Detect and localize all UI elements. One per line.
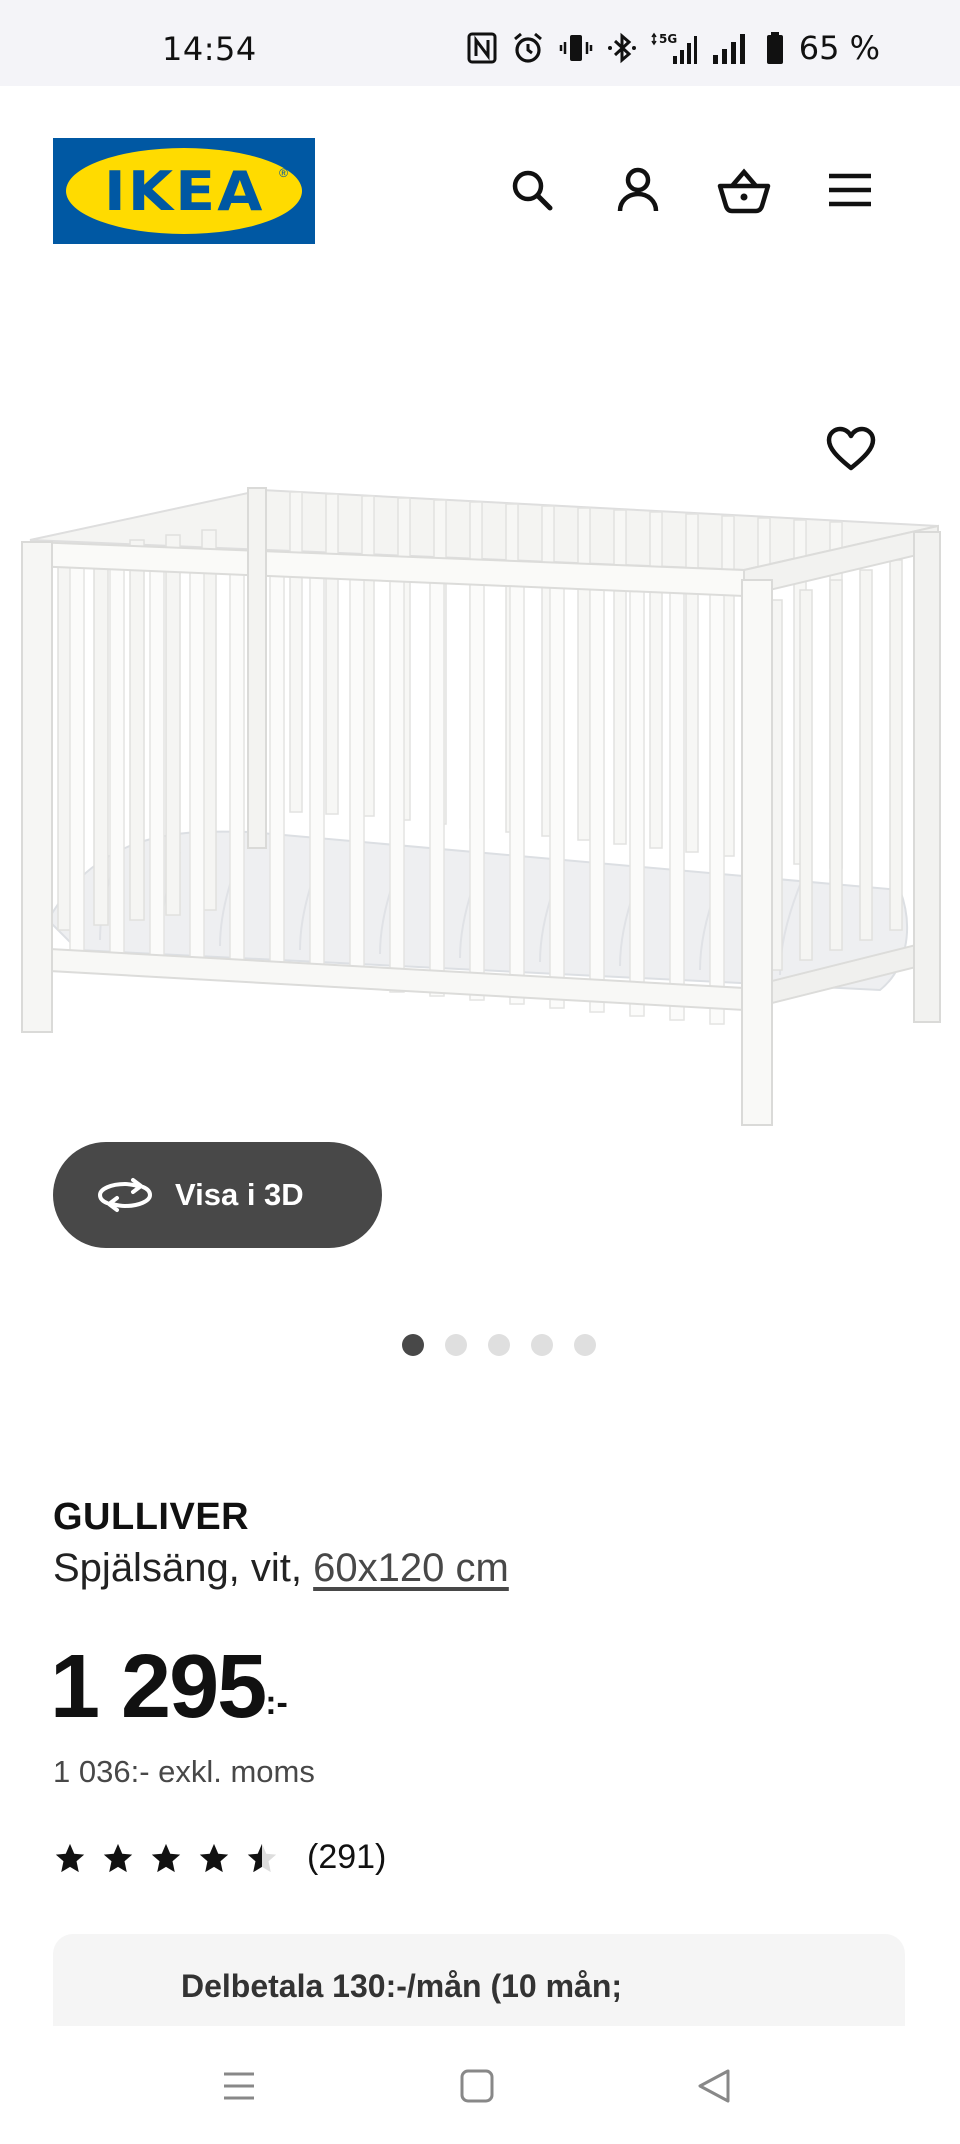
star-icon — [151, 1843, 181, 1872]
installment-text: Delbetala 130:-/mån (10 mån; — [181, 1968, 623, 2004]
carousel-dot-3[interactable] — [488, 1334, 510, 1356]
product-name: GULLIVER — [53, 1496, 250, 1538]
status-bar: 14:54 5G 65 % — [0, 0, 960, 86]
status-time: 14:54 — [162, 30, 257, 68]
product-size-link[interactable]: 60x120 cm — [313, 1546, 509, 1590]
battery-percent: 65 % — [798, 29, 880, 67]
menu-button[interactable] — [820, 162, 880, 222]
carousel-dot-1[interactable] — [402, 1334, 424, 1356]
star-icon — [103, 1843, 133, 1872]
home-button[interactable] — [449, 2060, 505, 2116]
back-icon — [694, 2066, 734, 2111]
rotate-3d-icon — [97, 1177, 153, 1213]
half-star-icon — [247, 1843, 277, 1872]
star-icon — [55, 1843, 85, 1872]
view-3d-button[interactable]: Visa i 3D — [53, 1142, 382, 1248]
review-count: (291) — [307, 1838, 387, 1876]
product-type: Spjälsäng, vit, — [53, 1546, 314, 1590]
carousel-dot-4[interactable] — [531, 1334, 553, 1356]
product-image[interactable] — [0, 470, 960, 1170]
alarm-icon — [511, 30, 545, 66]
bluetooth-icon — [607, 30, 637, 66]
account-icon — [614, 166, 662, 219]
ikea-logo[interactable]: IKEA ® — [53, 138, 315, 244]
price-suffix: :- — [265, 1684, 288, 1722]
svg-text:5G: 5G — [659, 32, 677, 46]
menu-icon — [826, 170, 874, 215]
recent-apps-button[interactable] — [211, 2060, 267, 2116]
search-icon — [508, 166, 556, 219]
home-icon — [457, 2066, 497, 2111]
signal-5g-icon: 5G — [651, 30, 697, 66]
rating-stars — [53, 1841, 279, 1875]
recents-icon — [219, 2066, 259, 2111]
logo-oval: IKEA ® — [66, 148, 302, 234]
carousel-dot-5[interactable] — [574, 1334, 596, 1356]
product-price: 1 295:- — [50, 1636, 288, 1739]
system-nav-bar — [0, 2026, 960, 2144]
battery-icon — [765, 30, 785, 66]
carousel-dot-2[interactable] — [445, 1334, 467, 1356]
logo-text: IKEA — [103, 159, 265, 223]
product-rating[interactable]: (291) — [53, 1838, 386, 1877]
carousel-dots — [0, 1334, 960, 1356]
star-icon — [199, 1843, 229, 1872]
site-header: IKEA ® — [0, 86, 960, 286]
price-ex-vat: 1 036:- exkl. moms — [53, 1754, 315, 1789]
view-3d-label: Visa i 3D — [175, 1177, 304, 1212]
vibrate-icon — [559, 30, 593, 66]
nfc-icon — [467, 30, 497, 66]
back-button[interactable] — [686, 2060, 742, 2116]
registered-mark: ® — [279, 166, 288, 180]
heart-icon — [826, 426, 876, 477]
search-button[interactable] — [502, 162, 562, 222]
product-description: Spjälsäng, vit, 60x120 cm — [53, 1546, 509, 1591]
status-icons: 5G 65 % — [467, 28, 880, 68]
cart-button[interactable] — [714, 162, 774, 222]
cart-icon — [716, 166, 772, 219]
signal-icon — [711, 30, 751, 66]
price-amount: 1 295 — [50, 1637, 267, 1737]
account-button[interactable] — [608, 162, 668, 222]
